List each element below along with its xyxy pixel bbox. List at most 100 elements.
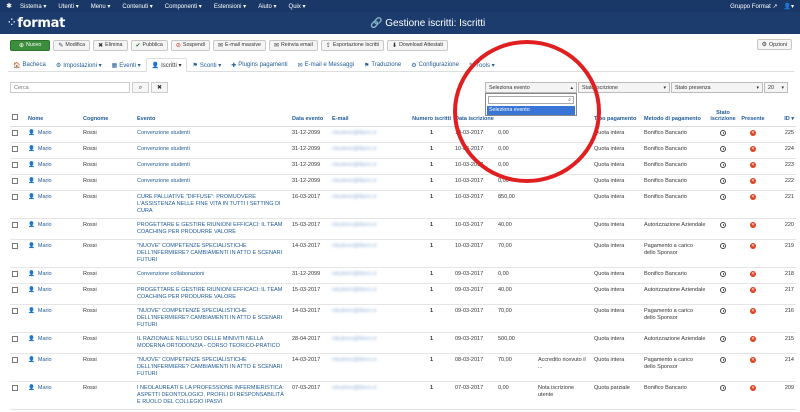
cell-evento[interactable]: CURE PALLIATIVE "DIFFUSE": PROMUOVERE L'… xyxy=(135,190,290,219)
status-icon[interactable] xyxy=(720,193,726,200)
absent-icon[interactable]: ✕ xyxy=(750,270,756,277)
col-evento[interactable]: Evento xyxy=(135,104,290,127)
row-select[interactable] xyxy=(10,126,26,143)
cell-nome[interactable]: 👤 Mario xyxy=(26,174,81,191)
col-nome[interactable]: Nome xyxy=(26,104,81,127)
cell-nome[interactable]: 👤 Mario xyxy=(26,190,81,219)
col-data-evento[interactable]: Data evento xyxy=(290,104,330,127)
cell-email[interactable]: rdeyleen@libero.it xyxy=(330,332,410,354)
tab-bacheca[interactable]: 🏠 Bacheca xyxy=(8,58,51,72)
checkbox[interactable] xyxy=(12,270,18,277)
col-numero[interactable]: Numero iscritti xyxy=(410,104,453,127)
menu-item[interactable]: Sistema ▾ xyxy=(20,3,46,10)
table-row[interactable]: 👤 Mario Rossi "NUOVE" COMPETENZE SPECIALIST… xyxy=(10,353,796,382)
edit-button[interactable]: ✎ Modifica xyxy=(53,39,91,51)
status-icon[interactable] xyxy=(720,270,726,277)
cell-nome[interactable]: 👤 Mario xyxy=(26,126,81,143)
row-select[interactable] xyxy=(10,239,26,268)
col-metodo-pagamento[interactable]: Metodo di pagamento xyxy=(642,104,708,127)
status-select[interactable]: Stato iscrizione ▾ xyxy=(578,82,670,93)
cell-presente[interactable]: ✕ xyxy=(738,190,768,219)
mass-email-button[interactable]: ✉ E-mail massive xyxy=(213,39,266,51)
cell-stato[interactable] xyxy=(708,283,738,305)
cell-nome[interactable]: 👤 Mario xyxy=(26,158,81,175)
table-row[interactable]: 👤 Mario Rossi PROGETTARE E GESTIRE RIUNIONI… xyxy=(10,218,796,240)
checkbox[interactable] xyxy=(12,161,18,168)
absent-icon[interactable]: ✕ xyxy=(750,177,756,184)
absent-icon[interactable]: ✕ xyxy=(750,193,756,200)
menu-item[interactable]: Estensioni ▾ xyxy=(214,3,246,10)
status-icon[interactable] xyxy=(720,335,726,342)
cell-nome[interactable]: 👤 Mario xyxy=(26,283,81,305)
cell-presente[interactable]: ✕ xyxy=(738,381,768,410)
cell-evento[interactable]: "NUOVE" COMPETENZE SPECIALISTICHE DELL'I… xyxy=(135,239,290,268)
cell-email[interactable]: rdeyleen@libero.it xyxy=(330,239,410,268)
status-icon[interactable] xyxy=(720,145,726,152)
col-email[interactable]: E-mail xyxy=(330,104,410,127)
cell-email[interactable]: rdeyleen@libero.it xyxy=(330,174,410,191)
absent-icon[interactable]: ✕ xyxy=(750,286,756,293)
row-select[interactable] xyxy=(10,267,26,284)
user-icon[interactable]: 👤▾ xyxy=(784,3,794,10)
cell-evento[interactable]: Convenzione studenti xyxy=(135,126,290,143)
col-cognome[interactable]: Cognome xyxy=(81,104,135,127)
checkbox[interactable] xyxy=(12,307,18,314)
status-icon[interactable] xyxy=(720,129,726,136)
table-row[interactable]: 👤 Mario Rossi IL RAZIONALE NELL'USO DELLE M… xyxy=(10,332,796,354)
cell-presente[interactable]: ✕ xyxy=(738,126,768,143)
absent-icon[interactable]: ✕ xyxy=(750,145,756,152)
joomla-icon[interactable]: ✱ xyxy=(0,2,18,10)
table-row[interactable]: 👤 Mario Rossi Convenzione collaborazioni 31-… xyxy=(10,267,796,284)
cell-presente[interactable]: ✕ xyxy=(738,304,768,333)
cell-evento[interactable]: Convenzione collaborazioni xyxy=(135,267,290,284)
cell-nome[interactable]: 👤 Mario xyxy=(26,142,81,159)
table-row[interactable]: 👤 Mario Rossi Convenzione studenti 31-12-209… xyxy=(10,158,796,175)
cell-evento[interactable]: Convenzione studenti xyxy=(135,158,290,175)
status-icon[interactable] xyxy=(720,356,726,363)
dropdown-option[interactable]: Seleziona evento xyxy=(487,106,575,115)
cell-stato[interactable] xyxy=(708,126,738,143)
search-button[interactable]: ⌕ xyxy=(132,82,149,93)
cell-email[interactable]: rdeyleen@libero.it xyxy=(330,142,410,159)
clear-button[interactable]: ✖ xyxy=(151,82,168,93)
presence-select[interactable]: Stato presenza ▾ xyxy=(671,82,763,93)
row-select[interactable] xyxy=(10,283,26,305)
checkbox[interactable] xyxy=(12,335,18,342)
cell-stato[interactable] xyxy=(708,381,738,410)
row-select[interactable] xyxy=(10,158,26,175)
cell-stato[interactable] xyxy=(708,332,738,354)
absent-icon[interactable]: ✕ xyxy=(750,129,756,136)
row-select[interactable] xyxy=(10,304,26,333)
cell-presente[interactable]: ✕ xyxy=(738,332,768,354)
suspend-button[interactable]: ⊘ Sospendi xyxy=(170,39,210,51)
cell-stato[interactable] xyxy=(708,353,738,382)
tab-plugins-pagamenti[interactable]: ✚ Plugins pagamenti xyxy=(226,58,292,72)
cell-email[interactable]: rdeyleen@libero.it xyxy=(330,158,410,175)
select-all[interactable] xyxy=(10,104,26,127)
cell-evento[interactable]: "NUOVE" COMPETENZE SPECIALISTICHE DELL'I… xyxy=(135,304,290,333)
col-tipo-pagamento[interactable]: Tipo pagamento xyxy=(592,104,642,127)
cell-presente[interactable]: ✕ xyxy=(738,142,768,159)
row-select[interactable] xyxy=(10,174,26,191)
row-select[interactable] xyxy=(10,381,26,410)
table-row[interactable]: 👤 Mario Rossi PROGETTARE E GESTIRE RIUNIONI… xyxy=(10,283,796,305)
cell-evento[interactable]: "NUOVE" COMPETENZE SPECIALISTICHE DELL'I… xyxy=(135,353,290,382)
cell-email[interactable]: rdeyleen@libero.it xyxy=(330,304,410,333)
absent-icon[interactable]: ✕ xyxy=(750,221,756,228)
dropdown-search-input[interactable]: ⌕ xyxy=(488,96,574,104)
search-input[interactable] xyxy=(10,82,130,93)
limit-select[interactable]: 20 ▾ xyxy=(764,82,788,93)
status-icon[interactable] xyxy=(720,286,726,293)
status-icon[interactable] xyxy=(720,221,726,228)
table-row[interactable]: 👤 Mario Rossi "NUOVE" COMPETENZE SPECIALIST… xyxy=(10,304,796,333)
cell-nome[interactable]: 👤 Mario xyxy=(26,267,81,284)
tab-tools[interactable]: ✎ Tools ▾ xyxy=(464,58,500,72)
cell-stato[interactable] xyxy=(708,239,738,268)
cell-email[interactable]: rdeyleen@libero.it xyxy=(330,283,410,305)
checkbox[interactable] xyxy=(12,129,18,136)
table-row[interactable]: 👤 Mario Rossi CURE PALLIATIVE "DIFFUSE": PR… xyxy=(10,190,796,219)
cell-presente[interactable]: ✕ xyxy=(738,158,768,175)
col-stato[interactable]: Stato iscrizione xyxy=(708,104,738,127)
cell-presente[interactable]: ✕ xyxy=(738,218,768,240)
col-id[interactable]: ID ▾ xyxy=(768,104,796,127)
